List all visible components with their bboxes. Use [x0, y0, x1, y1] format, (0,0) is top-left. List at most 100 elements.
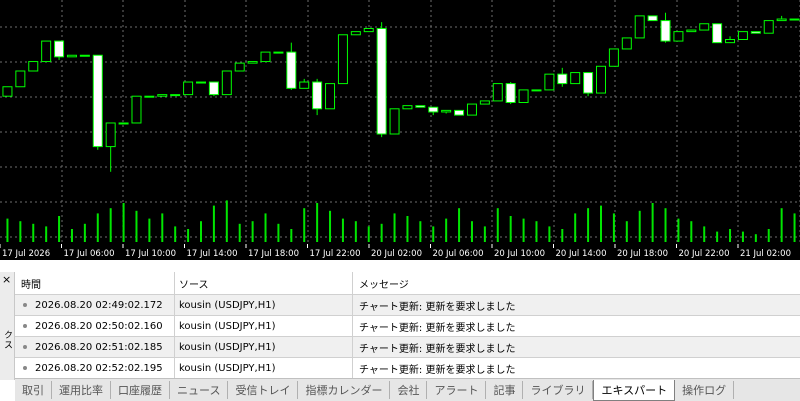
tab-history[interactable]: 口座履歴 [111, 381, 170, 399]
candle-body [544, 73, 555, 91]
toolbox-panel: × ツールボックス 時間 ソース メッセージ 2026.08.20 02:49:… [0, 272, 800, 401]
tab-journal[interactable]: 操作ログ [675, 381, 735, 399]
tab-experts[interactable]: エキスパート [593, 379, 676, 401]
column-header-source[interactable]: ソース [175, 272, 353, 294]
price-chart[interactable]: 17 Jul 2026 17 Jul 06:00 17 Jul 10:00 17 Ju… [0, 0, 800, 260]
row-message: チャート更新: 更新を要求しました [359, 301, 516, 313]
candle-body [712, 23, 723, 44]
candle-body [79, 54, 90, 57]
time-axis-label: 20 Jul 22:00 [679, 249, 730, 259]
candle-body [28, 61, 39, 72]
row-time: 2026.08.20 02:50:02.160 [35, 320, 163, 332]
row-time: 2026.08.20 02:51:02.185 [35, 341, 163, 353]
candle-body [686, 29, 697, 33]
candle-body [725, 39, 736, 44]
candle-body [557, 73, 568, 85]
time-axis-label: 17 Jul 22:00 [310, 249, 361, 259]
candle-body [441, 109, 452, 113]
candle-body [54, 40, 65, 58]
row-message: チャート更新: 更新を要求しました [359, 364, 516, 376]
candle-body [647, 15, 658, 22]
candle-body [596, 65, 606, 94]
row-message: チャート更新: 更新を要求しました [359, 322, 516, 334]
candle-body [583, 72, 594, 94]
candle-body [363, 27, 374, 33]
tab-exposure[interactable]: 運用比率 [52, 381, 111, 399]
tab-news[interactable]: ニュース [170, 381, 229, 399]
candle-body [428, 106, 439, 113]
candle-body [608, 48, 619, 67]
candle-body [183, 81, 194, 96]
tab-alerts[interactable]: アラート [427, 381, 487, 399]
candle-body [454, 109, 465, 116]
candle-body [570, 72, 581, 85]
candle-body [196, 81, 206, 84]
toolbox-sidebar: × ツールボックス [0, 272, 25, 380]
table-row[interactable]: 2026.08.20 02:49:02.172 kousin (USDJPY,H… [15, 295, 800, 316]
log-dot-icon [23, 366, 27, 370]
candle-body [531, 89, 542, 92]
candle-body [15, 70, 26, 88]
candle-body [273, 51, 284, 54]
candle-body [234, 62, 245, 72]
row-source: kousin (USDJPY,H1) [175, 316, 353, 336]
candle-body [2, 86, 13, 97]
time-axis-label: 17 Jul 06:00 [64, 249, 115, 259]
candle-body [299, 81, 310, 89]
candle-body [118, 122, 129, 125]
tab-library[interactable]: ライブラリ [523, 381, 594, 399]
tab-mailbox[interactable]: 受信トレイ [228, 381, 299, 399]
tab-articles[interactable]: 記事 [486, 381, 524, 399]
column-header-time[interactable]: 時間 [15, 272, 175, 294]
candle-body [621, 37, 632, 50]
candle-body [260, 51, 271, 63]
candle-body [660, 20, 671, 42]
candle-body [41, 40, 52, 63]
table-row[interactable]: 2026.08.20 02:52:02.195 kousin (USDJPY,H… [15, 358, 800, 379]
candle-body [105, 122, 116, 148]
row-message: チャート更新: 更新を要求しました [359, 343, 516, 355]
row-source: kousin (USDJPY,H1) [175, 295, 353, 315]
table-row[interactable]: 2026.08.20 02:50:02.160 kousin (USDJPY,H… [15, 316, 800, 337]
row-source: kousin (USDJPY,H1) [175, 337, 353, 357]
table-row[interactable]: 2026.08.20 02:51:02.185 kousin (USDJPY,H… [15, 337, 800, 358]
time-axis-label: 17 Jul 14:00 [187, 249, 238, 259]
time-axis-label: 17 Jul 18:00 [248, 249, 299, 259]
tab-company[interactable]: 会社 [390, 381, 428, 399]
candle-body [157, 94, 168, 97]
time-axis-label: 20 Jul 18:00 [617, 249, 668, 259]
time-axis-label: 17 Jul 2026 [2, 249, 50, 259]
candle-body [144, 95, 155, 98]
candle-body [789, 18, 800, 21]
time-axis-label: 20 Jul 14:00 [556, 249, 607, 259]
candle-body [699, 23, 710, 31]
row-source: kousin (USDJPY,H1) [175, 358, 353, 378]
candle-body [325, 83, 336, 110]
candle-body [673, 31, 684, 42]
candle-body [247, 61, 258, 64]
candle-body [286, 51, 297, 89]
candle-body [350, 31, 361, 36]
log-dot-icon [23, 324, 27, 328]
column-header-message[interactable]: メッセージ [353, 272, 800, 294]
candle-body [737, 31, 748, 40]
close-icon[interactable]: × [2, 274, 11, 285]
log-dot-icon [23, 303, 27, 307]
chart-canvas[interactable]: 17 Jul 2026 17 Jul 06:00 17 Jul 10:00 17 Ju… [0, 0, 800, 260]
candle-body [466, 103, 477, 116]
tab-calendar[interactable]: 指標カレンダー [298, 381, 391, 399]
row-time: 2026.08.20 02:52:02.195 [35, 362, 163, 374]
log-dot-icon [23, 345, 27, 349]
candle-body [170, 94, 181, 97]
candle-body [208, 81, 219, 96]
candle-body [312, 81, 323, 110]
candle-body [402, 105, 413, 110]
candle-body [337, 34, 348, 85]
candle-body [763, 20, 774, 34]
candle-body [505, 83, 516, 103]
candle-body [750, 31, 761, 34]
candle-body [479, 100, 490, 105]
candle-body [221, 70, 232, 96]
tab-trade[interactable]: 取引 [15, 381, 52, 399]
candle-body [389, 108, 400, 135]
